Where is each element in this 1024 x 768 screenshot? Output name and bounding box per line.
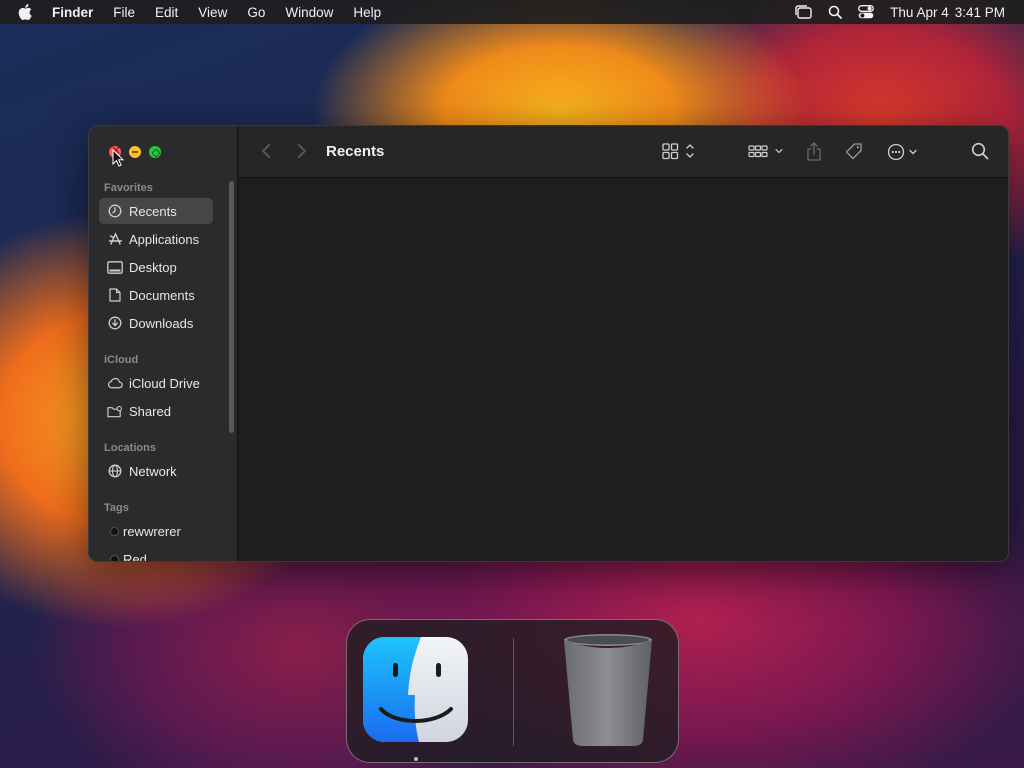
sidebar-section-favorites: Favorites	[104, 182, 153, 194]
cloud-icon	[107, 375, 123, 391]
sidebar-item-label: Downloads	[129, 315, 194, 331]
minimize-button[interactable]	[129, 146, 141, 158]
trash-icon[interactable]	[561, 632, 655, 748]
finder-running-indicator	[414, 757, 418, 761]
menu-go[interactable]: Go	[247, 5, 265, 20]
sidebar-item-label: Shared	[129, 403, 171, 419]
sidebar-scrollbar[interactable]	[229, 181, 234, 433]
menu-window[interactable]: Window	[285, 5, 333, 20]
sidebar-item-downloads[interactable]: Downloads	[99, 310, 213, 336]
dock-separator	[513, 638, 514, 746]
globe-icon	[107, 463, 123, 479]
sidebar-item-shared[interactable]: Shared	[99, 398, 213, 424]
menu-file[interactable]: File	[113, 5, 135, 20]
apple-menu-icon[interactable]	[18, 4, 38, 20]
sidebar-item-label: rewwrerer	[123, 523, 181, 539]
shared-folder-icon	[107, 403, 123, 419]
sidebar-item-network[interactable]: Network	[99, 458, 213, 484]
sidebar-item-label: Desktop	[129, 259, 177, 275]
sidebar-tag-rewwrerer[interactable]: rewwrerer	[99, 518, 213, 544]
spotlight-search-icon[interactable]	[828, 5, 843, 19]
window-title: Recents	[326, 143, 385, 160]
tag-color-dot	[110, 554, 119, 561]
sidebar-item-desktop[interactable]: Desktop	[99, 254, 213, 280]
menu-date: Thu Apr 4	[890, 4, 949, 20]
sidebar-item-label: Red	[123, 551, 147, 562]
menu-view[interactable]: View	[198, 5, 227, 20]
group-by-icon[interactable]	[748, 142, 786, 160]
finder-icon[interactable]	[363, 637, 468, 742]
sidebar-item-label: Documents	[129, 287, 195, 303]
menu-bar: Finder File Edit View Go Window Help Thu…	[0, 0, 1024, 24]
tag-color-dot	[110, 526, 119, 536]
menu-clock[interactable]: Thu Apr 4 3:41 PM	[890, 5, 1005, 20]
sidebar-section-locations: Locations	[104, 442, 156, 454]
stage-manager-icon[interactable]	[794, 5, 812, 19]
finder-window: Favorites Recents Applications Desktop D…	[88, 125, 1009, 562]
control-center-icon[interactable]	[858, 5, 875, 19]
sidebar-item-recents[interactable]: Recents	[99, 198, 213, 224]
clock-icon	[107, 203, 123, 219]
document-icon	[107, 287, 123, 303]
menu-app-name[interactable]: Finder	[52, 5, 93, 20]
file-list-area[interactable]	[238, 178, 1008, 561]
sidebar-tag-red[interactable]: Red	[99, 546, 213, 562]
sidebar-item-label: iCloud Drive	[129, 375, 200, 391]
download-icon	[107, 315, 123, 331]
sidebar-item-documents[interactable]: Documents	[99, 282, 213, 308]
search-icon[interactable]	[971, 142, 989, 160]
finder-sidebar: Favorites Recents Applications Desktop D…	[89, 126, 238, 562]
applications-icon	[107, 231, 123, 247]
sidebar-item-label: Network	[129, 463, 177, 479]
menu-edit[interactable]: Edit	[155, 5, 178, 20]
view-mode-icon-grid[interactable]	[662, 142, 700, 160]
more-actions-icon[interactable]	[886, 142, 922, 162]
sidebar-item-icloud-drive[interactable]: iCloud Drive	[99, 370, 213, 396]
finder-toolbar: Recents	[238, 126, 1008, 178]
sidebar-item-applications[interactable]: Applications	[99, 226, 213, 252]
share-icon[interactable]	[806, 142, 822, 162]
sidebar-section-icloud: iCloud	[104, 354, 139, 366]
mouse-cursor-icon	[112, 148, 125, 172]
sidebar-item-label: Recents	[129, 203, 177, 219]
menu-time: 3:41 PM	[954, 4, 1005, 20]
tag-icon[interactable]	[844, 142, 864, 162]
dock	[346, 619, 679, 763]
sidebar-item-label: Applications	[129, 231, 200, 247]
maximize-button[interactable]	[149, 146, 161, 158]
menu-help[interactable]: Help	[353, 5, 381, 20]
back-button[interactable]	[260, 143, 272, 159]
desktop-icon	[107, 259, 123, 275]
sidebar-section-tags: Tags	[104, 502, 129, 514]
forward-button[interactable]	[296, 143, 308, 159]
